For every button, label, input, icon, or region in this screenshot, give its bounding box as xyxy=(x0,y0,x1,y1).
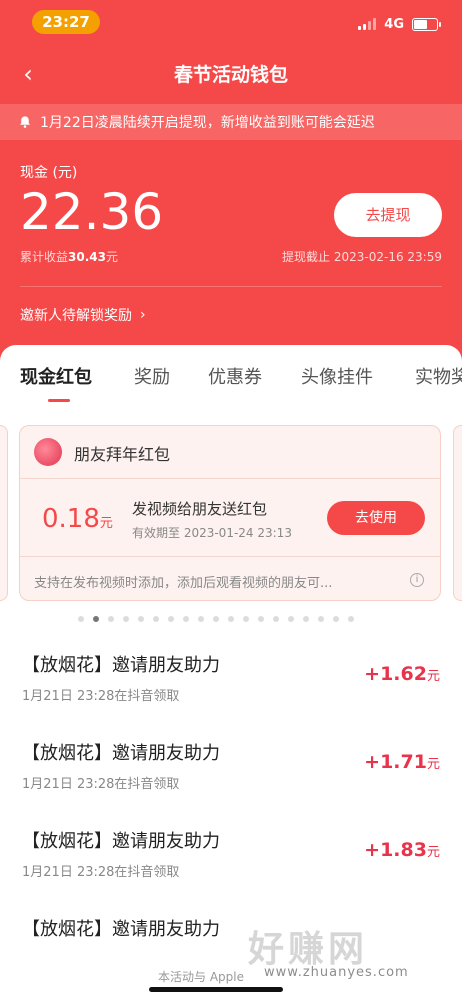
record-amount-unit: 元 xyxy=(426,669,440,684)
status-indicators: 4G xyxy=(358,14,441,34)
record-time: 1月21日 23:28在抖音领取 xyxy=(22,689,180,704)
redpacket-card: 朋友拜年红包 0.18元 发视频给朋友送红包 有效期至 2023-01-24 2… xyxy=(19,425,441,601)
home-indicator xyxy=(149,987,283,992)
record-amount-value: +1.71 xyxy=(364,751,427,773)
pagination-dot[interactable] xyxy=(123,616,129,622)
content-panel: 现金红包 奖励 优惠券 头像挂件 实物奖 朋友拜年红包 0.18元 发视频给朋友… xyxy=(0,345,462,1000)
use-button[interactable]: 去使用 xyxy=(327,501,425,535)
card-note: 支持在发布视频时添加，添加后观看视频的朋友可... xyxy=(34,576,333,591)
tab-cash-redpacket[interactable]: 现金红包 xyxy=(20,363,92,389)
pagination-dot[interactable] xyxy=(213,616,219,622)
pagination-dot[interactable] xyxy=(138,616,144,622)
redpacket-logo-icon xyxy=(34,438,62,466)
record-title: 【放烟花】邀请朋友助力 xyxy=(22,743,220,764)
record-amount: +1.62元 xyxy=(364,663,440,685)
pagination-dot[interactable] xyxy=(348,616,354,622)
cumulative-earnings: 累计收益30.43元 xyxy=(20,248,118,265)
signal-icon xyxy=(358,18,377,30)
record-amount-unit: 元 xyxy=(426,845,440,860)
card-description: 发视频给朋友送红包 xyxy=(132,500,268,518)
record-title: 【放烟花】邀请朋友助力 xyxy=(22,831,220,852)
chevron-right-icon: › xyxy=(140,307,146,323)
info-icon[interactable]: i xyxy=(410,573,424,587)
notice-bar: 1月22日凌晨陆续开启提现，新增收益到账可能会延迟 xyxy=(0,104,462,140)
withdraw-button[interactable]: 去提现 xyxy=(334,193,442,237)
pagination-dot[interactable] xyxy=(273,616,279,622)
record-amount: +1.83元 xyxy=(364,839,440,861)
pagination-dot[interactable] xyxy=(198,616,204,622)
record-amount: +1.71元 xyxy=(364,751,440,773)
cumulative-unit: 元 xyxy=(105,250,118,264)
watermark-url: www.zhuanyes.com xyxy=(264,965,409,980)
tab-indicator xyxy=(48,399,70,402)
card-divider xyxy=(20,478,440,479)
pagination-dot[interactable] xyxy=(168,616,174,622)
cash-amount: 22.36 xyxy=(20,183,164,241)
bell-icon xyxy=(20,116,30,128)
list-item: 【放烟花】邀请朋友助力 1月21日 23:28在抖音领取 +1.83元 xyxy=(0,827,462,915)
cumulative-label: 累计收益 xyxy=(20,250,69,264)
record-title: 【放烟花】邀请朋友助力 xyxy=(22,919,220,940)
withdraw-deadline: 提现截止 2023-02-16 23:59 xyxy=(282,250,442,264)
pagination-dot[interactable] xyxy=(93,616,99,622)
cumulative-value: 30.43 xyxy=(68,250,106,264)
pagination-dot[interactable] xyxy=(333,616,339,622)
notice-text: 1月22日凌晨陆续开启提现，新增收益到账可能会延迟 xyxy=(40,115,375,131)
tab-coupons[interactable]: 优惠券 xyxy=(208,363,262,389)
invite-text: 邀新人待解锁奖励 xyxy=(20,308,132,324)
record-amount-value: +1.83 xyxy=(364,839,427,861)
footer-disclaimer: 本活动与 Apple xyxy=(158,970,244,984)
cash-label: 现金 (元) xyxy=(20,165,78,181)
list-item: 【放烟花】邀请朋友助力 1月21日 23:28在抖音领取 +1.62元 xyxy=(0,651,462,739)
prev-card-peek[interactable] xyxy=(0,425,8,601)
tab-bar: 现金红包 奖励 优惠券 头像挂件 实物奖 xyxy=(0,345,462,405)
record-amount-value: +1.62 xyxy=(364,663,427,685)
status-time: 23:27 xyxy=(32,10,100,34)
pagination-dot[interactable] xyxy=(243,616,249,622)
card-value-number: 0.18 xyxy=(42,504,100,534)
page-title: 春节活动钱包 xyxy=(173,64,288,86)
pagination-dot[interactable] xyxy=(258,616,264,622)
pagination-dot[interactable] xyxy=(108,616,114,622)
card-value-unit: 元 xyxy=(99,516,113,531)
network-label: 4G xyxy=(384,16,404,32)
record-time: 1月21日 23:28在抖音领取 xyxy=(22,777,180,792)
pagination-dot[interactable] xyxy=(228,616,234,622)
record-title: 【放烟花】邀请朋友助力 xyxy=(22,655,220,676)
tab-rewards[interactable]: 奖励 xyxy=(134,363,170,389)
record-amount-unit: 元 xyxy=(426,757,440,772)
card-value: 0.18元 xyxy=(42,504,113,534)
pagination-dot[interactable] xyxy=(153,616,159,622)
pagination-dot[interactable] xyxy=(78,616,84,622)
battery-icon xyxy=(412,17,441,31)
list-item: 【放烟花】邀请朋友助力 1月21日 23:28在抖音领取 +1.71元 xyxy=(0,739,462,827)
divider xyxy=(20,286,442,287)
pagination-dot[interactable] xyxy=(303,616,309,622)
tab-physical-rewards[interactable]: 实物奖 xyxy=(415,363,462,389)
invite-link[interactable]: 邀新人待解锁奖励 › xyxy=(20,305,146,325)
tab-avatar-frames[interactable]: 头像挂件 xyxy=(301,363,373,389)
card-divider xyxy=(20,556,440,557)
pagination-dot[interactable] xyxy=(318,616,324,622)
card-title: 朋友拜年红包 xyxy=(74,445,171,464)
pagination-dot[interactable] xyxy=(183,616,189,622)
pagination-dots xyxy=(78,616,354,622)
next-card-peek[interactable] xyxy=(453,425,462,601)
card-expiry: 有效期至 2023-01-24 23:13 xyxy=(132,526,292,540)
record-time: 1月21日 23:28在抖音领取 xyxy=(22,865,180,880)
pagination-dot[interactable] xyxy=(288,616,294,622)
